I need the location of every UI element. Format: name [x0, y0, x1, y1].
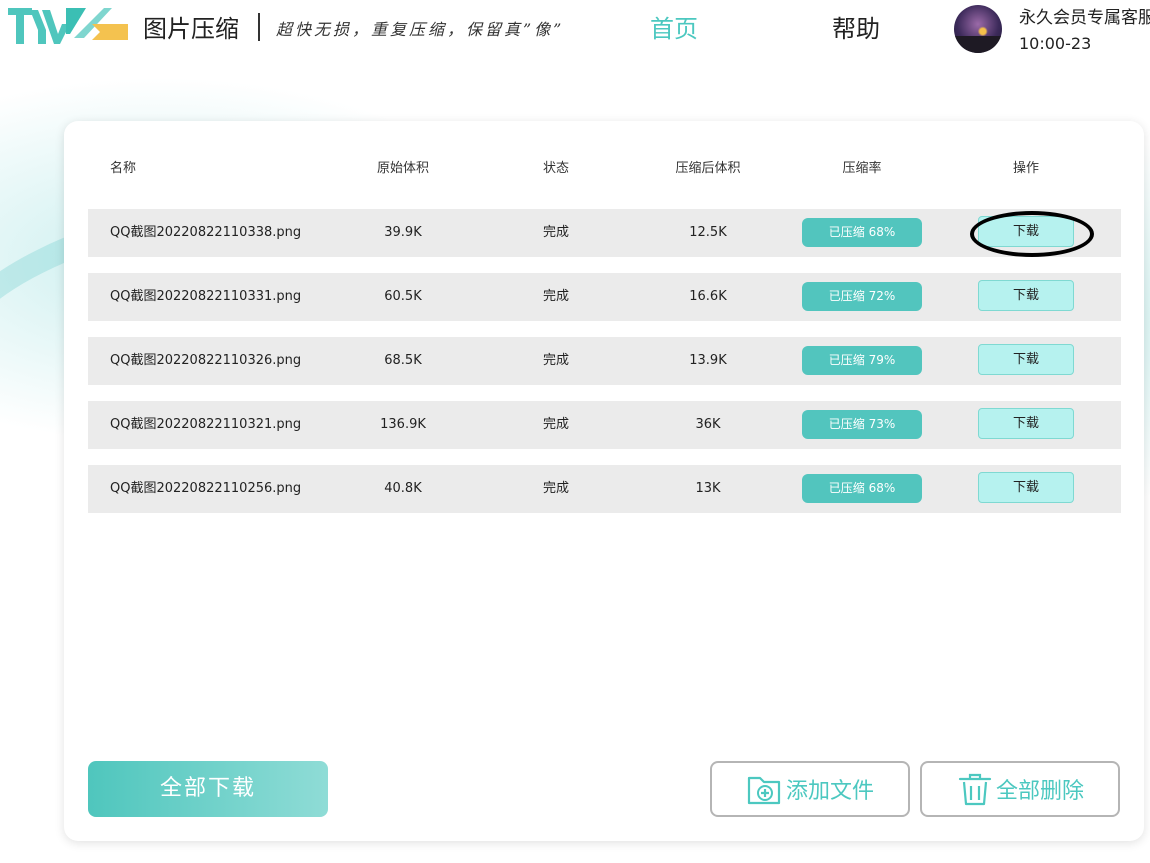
compression-rate-badge: 已压缩 68% — [802, 218, 922, 247]
column-header-action: 操作 — [1012, 161, 1039, 176]
logo-icon — [8, 8, 128, 44]
header: 图片压缩 超快无损，重复压缩，保留真”像” 首页 帮助 永久会员专属客服 10:… — [0, 0, 1150, 60]
download-button[interactable]: 下载 — [978, 408, 1074, 439]
compression-rate-badge: 已压缩 72% — [802, 282, 922, 311]
table-row: QQ截图20220822110331.png 60.5K 完成 16.6K 已压… — [88, 273, 1121, 321]
compressed-size: 36K — [695, 417, 721, 432]
table-row: QQ截图20220822110321.png 136.9K 完成 36K 已压缩… — [88, 401, 1121, 449]
download-button[interactable]: 下载 — [978, 216, 1074, 247]
file-name: QQ截图20220822110321.png — [110, 417, 302, 432]
avatar[interactable] — [954, 5, 1002, 53]
download-button[interactable]: 下载 — [978, 280, 1074, 311]
file-name: QQ截图20220822110331.png — [110, 289, 302, 304]
table-header: 名称 原始体积 状态 压缩后体积 压缩率 操作 — [88, 149, 1121, 189]
column-header-compressed-size: 压缩后体积 — [675, 161, 741, 176]
original-size: 40.8K — [384, 481, 422, 496]
status-text: 完成 — [542, 417, 569, 432]
column-header-original-size: 原始体积 — [376, 161, 429, 176]
user-service-time: 10:00-23 — [1019, 34, 1092, 53]
app-title: 图片压缩 — [143, 15, 239, 43]
compressed-size: 12.5K — [689, 225, 727, 240]
delete-all-label: 全部删除 — [995, 779, 1084, 804]
file-name: QQ截图20220822110326.png — [110, 353, 302, 368]
slogan: 超快无损，重复压缩，保留真”像” — [276, 20, 565, 39]
status-text: 完成 — [542, 225, 569, 240]
download-button[interactable]: 下载 — [978, 472, 1074, 503]
column-header-status: 状态 — [542, 161, 569, 176]
status-text: 完成 — [542, 289, 569, 304]
original-size: 39.9K — [384, 225, 422, 240]
nav-home[interactable]: 首页 — [650, 9, 698, 44]
folder-plus-icon — [747, 776, 781, 805]
nav-help[interactable]: 帮助 — [832, 9, 880, 44]
add-file-label: 添加文件 — [785, 779, 874, 804]
compression-rate-badge: 已压缩 68% — [802, 474, 922, 503]
file-name: QQ截图20220822110256.png — [110, 481, 302, 496]
compressed-size: 13K — [695, 481, 721, 496]
compression-rate-badge: 已压缩 73% — [802, 410, 922, 439]
table-row: QQ截图20220822110256.png 40.8K 完成 13K 已压缩 … — [88, 465, 1121, 513]
header-divider — [258, 13, 260, 41]
status-text: 完成 — [542, 481, 569, 496]
original-size: 68.5K — [384, 353, 422, 368]
table-row: QQ截图20220822110326.png 68.5K 完成 13.9K 已压… — [88, 337, 1121, 385]
original-size: 60.5K — [384, 289, 422, 304]
original-size: 136.9K — [380, 417, 426, 432]
download-all-button[interactable]: 全部下载 — [88, 761, 328, 817]
table-body: QQ截图20220822110338.png 39.9K 完成 12.5K 已压… — [88, 209, 1121, 529]
compression-rate-badge: 已压缩 79% — [802, 346, 922, 375]
add-file-button[interactable]: 添加文件 — [710, 761, 910, 817]
download-button[interactable]: 下载 — [978, 344, 1074, 375]
column-header-name: 名称 — [110, 161, 137, 176]
delete-all-button[interactable]: 全部删除 — [920, 761, 1120, 817]
compressed-size: 13.9K — [689, 353, 727, 368]
file-list-card: 名称 原始体积 状态 压缩后体积 压缩率 操作 QQ截图202208221103… — [64, 121, 1144, 841]
user-name[interactable]: 永久会员专属客服 — [1019, 3, 1150, 28]
status-text: 完成 — [542, 353, 569, 368]
file-name: QQ截图20220822110338.png — [110, 225, 302, 240]
column-header-rate: 压缩率 — [842, 161, 882, 176]
compressed-size: 16.6K — [689, 289, 727, 304]
trash-icon — [958, 773, 992, 806]
table-row: QQ截图20220822110338.png 39.9K 完成 12.5K 已压… — [88, 209, 1121, 257]
